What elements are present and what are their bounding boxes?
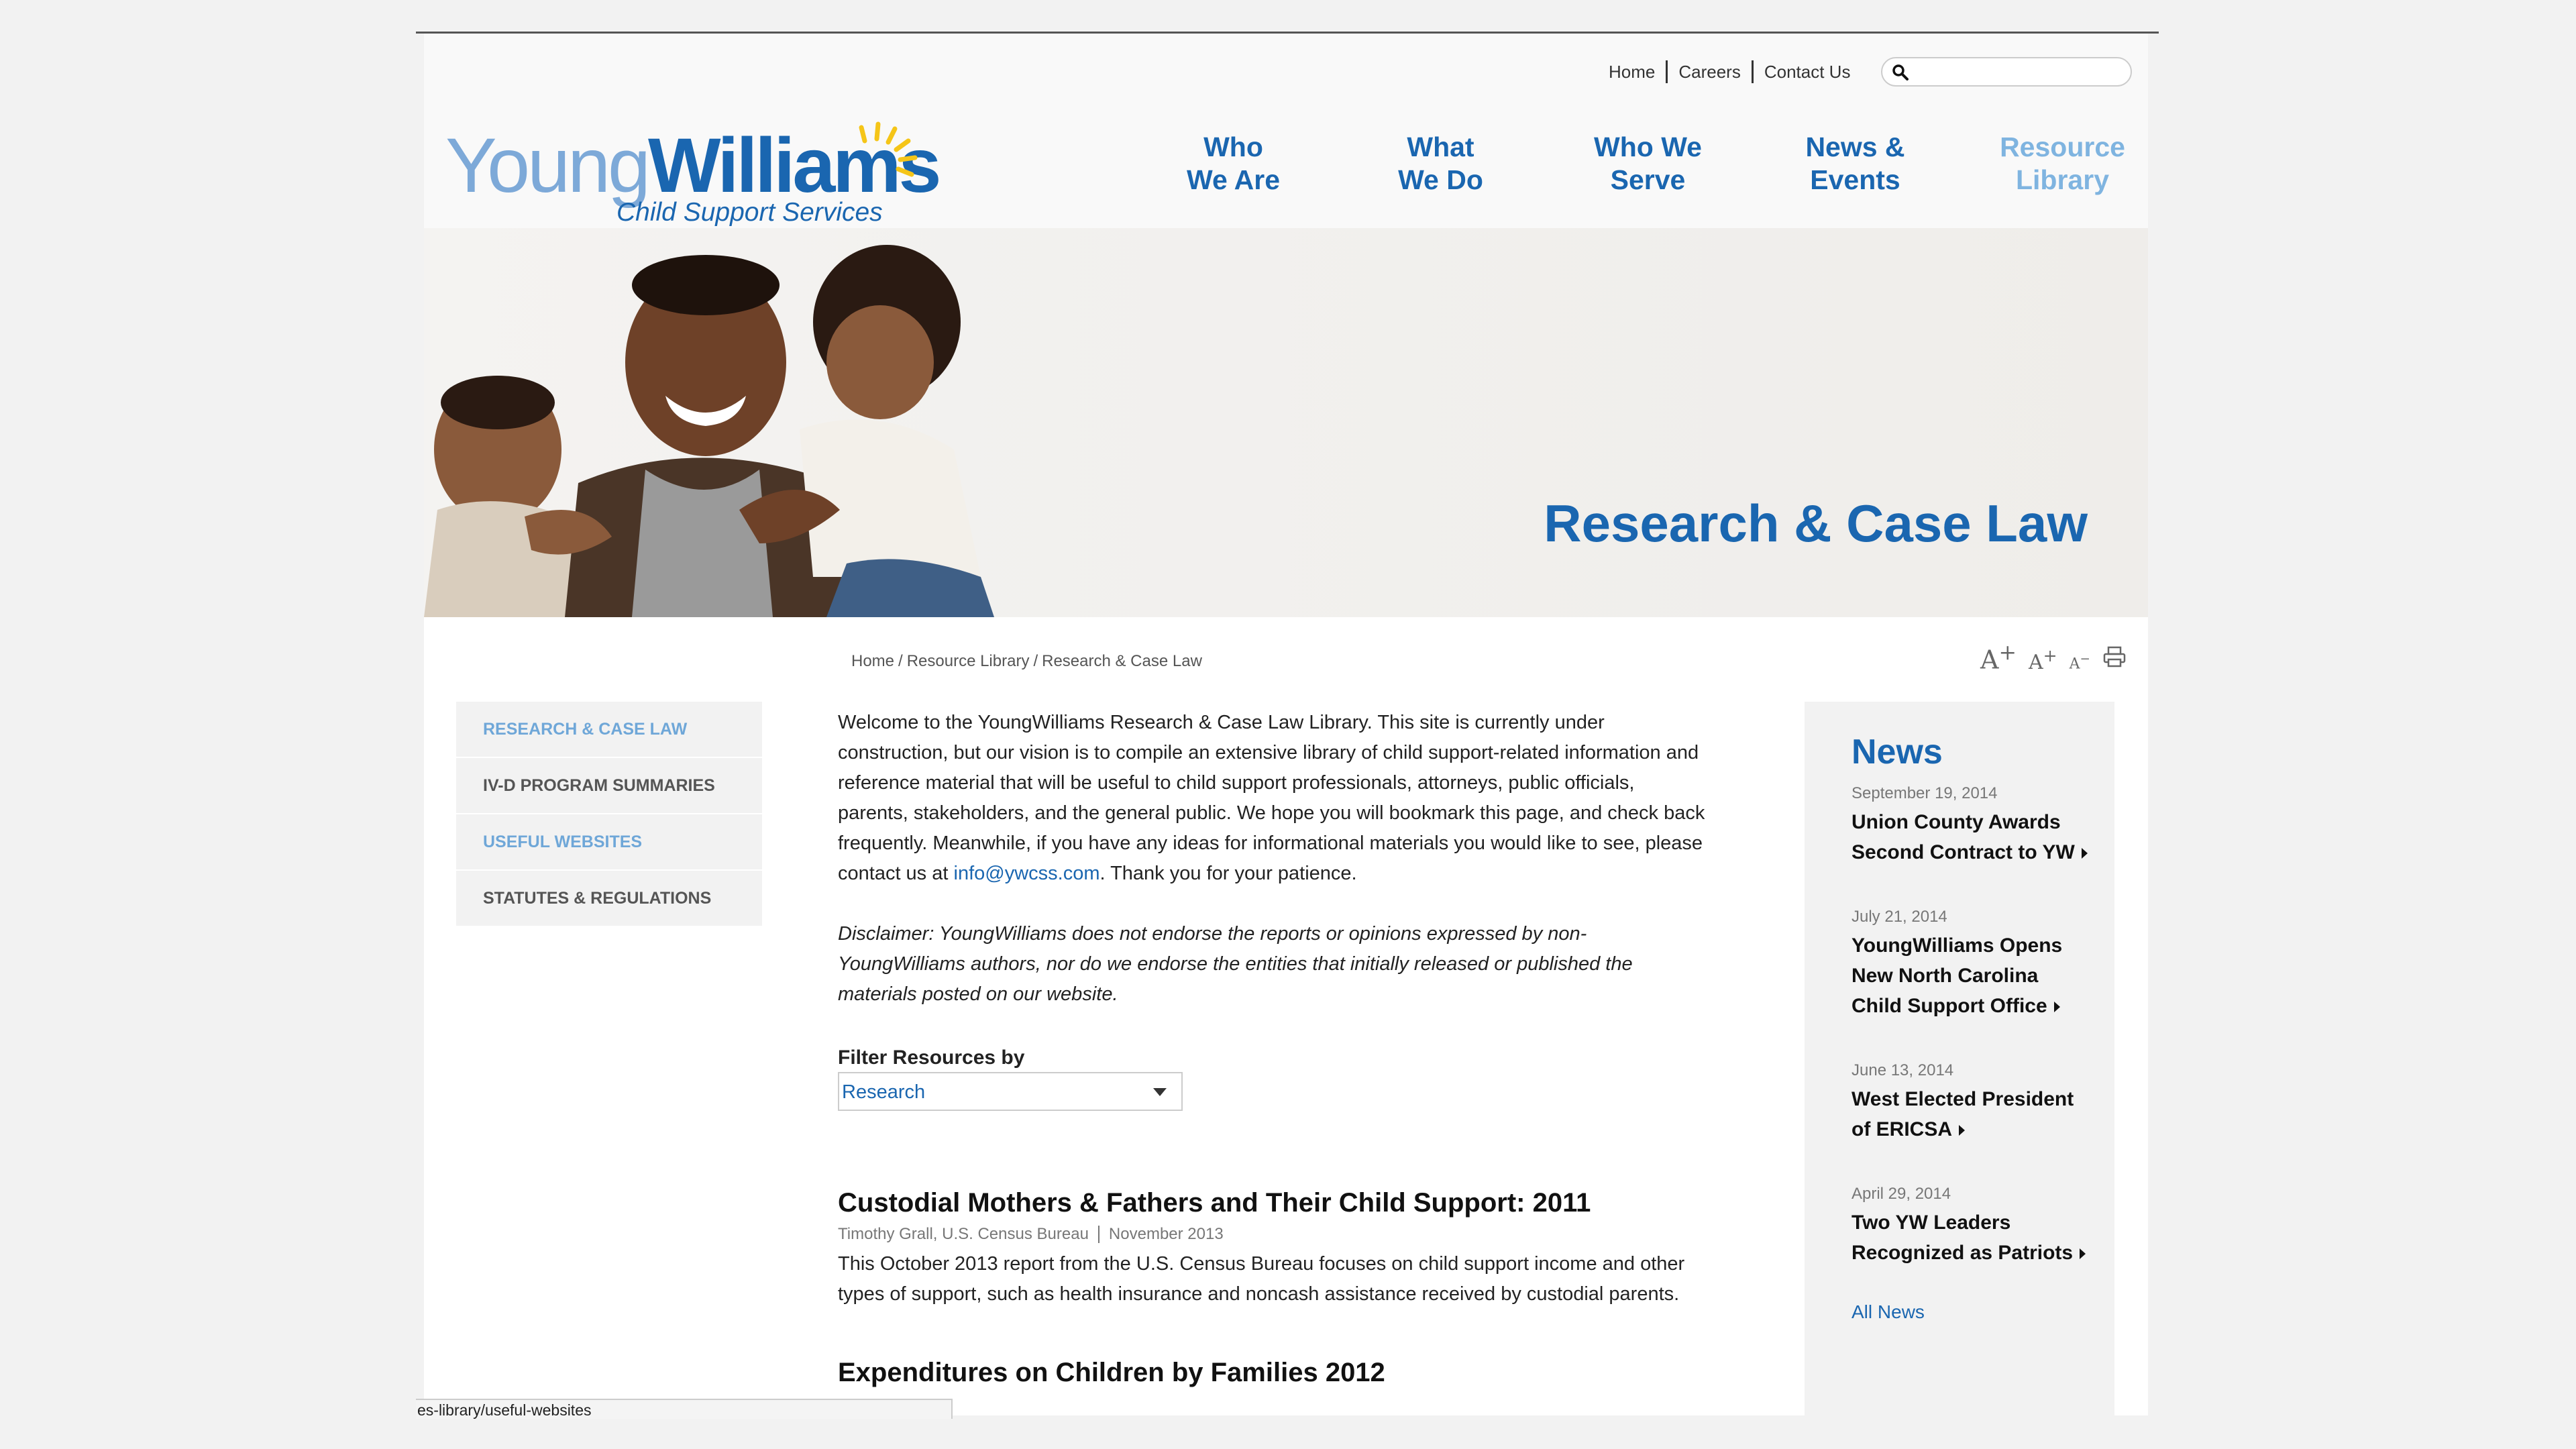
filter-selected-value: Research [842,1081,926,1103]
side-nav-statutes-regulations[interactable]: STATUTES & REGULATIONS [456,871,762,927]
news-item: July 21, 2014 YoungWilliams Opens New No… [1851,908,2093,1021]
news-link[interactable]: West Elected President of ERICSA [1851,1084,2093,1144]
nav-who-we-are[interactable]: Who We Are [1130,131,1337,197]
search-box [1881,57,2132,87]
sun-icon [859,121,918,177]
side-nav: RESEARCH & CASE LAW IV-D PROGRAM SUMMARI… [456,702,762,927]
browser-status-bar: es-library/useful-websites [416,1399,953,1419]
filter-label: Filter Resources by [838,1046,1025,1069]
side-nav-research-case-law[interactable]: RESEARCH & CASE LAW [456,702,762,758]
side-nav-iv-d-program-summaries[interactable]: IV-D PROGRAM SUMMARIES [456,758,762,814]
site-header: YoungWilliams Child Support Services Hom… [424,34,2148,228]
breadcrumb: Home / Resource Library / Research & Case … [851,652,1202,671]
article-title[interactable]: Custodial Mothers & Fathers and Their Ch… [838,1188,1710,1218]
news-date: July 21, 2014 [1851,908,1947,926]
caret-right-icon [2080,1248,2086,1260]
nav-news-events[interactable]: News & Events [1752,131,1959,197]
search-icon[interactable] [1892,64,1909,81]
nav-what-we-do[interactable]: What We Do [1337,131,1544,197]
news-link[interactable]: Union County Awards Second Contract to Y… [1851,807,2093,867]
main-content: Welcome to the YoungWilliams Research & … [838,708,1710,1388]
caret-right-icon [2081,848,2088,859]
article-item: Custodial Mothers & Fathers and Their Ch… [838,1188,1710,1309]
all-news-link[interactable]: All News [1851,1301,2093,1323]
page-title: Research & Case Law [1544,494,2088,553]
youngwilliams-logo[interactable]: YoungWilliams Child Support Services [445,87,941,235]
increase-font-large-button[interactable]: A+ [1980,641,2017,675]
hero-banner: Research & Case Law [424,228,2148,617]
email-link[interactable]: info@ywcss.com [954,863,1100,884]
util-nav-home[interactable]: Home [1598,60,1666,83]
news-item: September 19, 2014 Union County Awards S… [1851,784,2093,867]
utility-nav: Home Careers Contact Us [1598,60,1861,83]
caret-right-icon [2053,1002,2060,1013]
news-heading: News [1851,733,1943,771]
chevron-down-icon [1153,1088,1167,1096]
news-item: June 13, 2014 West Elected President of … [1851,1061,2093,1144]
nav-who-we-serve[interactable]: Who We Serve [1544,131,1752,197]
filter-resources-select[interactable]: Research [838,1072,1183,1111]
logo-subtitle: Child Support Services [616,198,883,227]
article-item: Expenditures on Children by Families 201… [838,1358,1710,1388]
intro-paragraph: Welcome to the YoungWilliams Research & … [838,712,1705,884]
side-nav-useful-websites[interactable]: USEFUL WEBSITES [456,814,762,871]
search-input[interactable] [1917,61,2121,83]
article-author: Timothy Grall, U.S. Census Bureau [838,1225,1089,1243]
increase-font-button[interactable]: A+ [2029,646,2057,674]
disclaimer-text: Disclaimer: YoungWilliams does not endor… [838,923,1633,1005]
print-icon[interactable] [2102,645,2127,669]
breadcrumb-current: Research & Case Law [1042,652,1202,670]
breadcrumb-home[interactable]: Home [851,652,894,671]
util-nav-contact-us[interactable]: Contact Us [1751,60,1862,83]
news-link[interactable]: Two YW Leaders Recognized as Patriots [1851,1208,2093,1268]
news-item: April 29, 2014 Two YW Leaders Recognized… [1851,1185,2093,1268]
news-date: September 19, 2014 [1851,784,1998,802]
text-tools: A+ A+ A− [1980,641,2127,675]
decrease-font-button[interactable]: A− [2070,652,2090,672]
site-page: YoungWilliams Child Support Services Hom… [424,34,2148,1415]
article-meta: Timothy Grall, U.S. Census Bureau Novemb… [838,1225,1710,1244]
main-nav: Who We Are What We Do Who We Serve News & Ev… [1130,131,2148,197]
news-sidebar: News September 19, 2014 Union County Awa… [1805,702,2114,1415]
article-date: November 2013 [1108,1225,1224,1243]
news-link[interactable]: YoungWilliams Opens New North Carolina C… [1851,930,2093,1021]
article-title[interactable]: Expenditures on Children by Families 201… [838,1358,1710,1388]
nav-resource-library[interactable]: Resource Library [1959,131,2148,197]
meta-divider [1097,1226,1099,1243]
family-photo [424,245,994,617]
news-date: April 29, 2014 [1851,1185,1951,1203]
util-nav-careers[interactable]: Careers [1666,60,1751,83]
breadcrumb-resource-library[interactable]: Resource Library [907,652,1030,671]
caret-right-icon [1959,1125,1965,1136]
news-date: June 13, 2014 [1851,1061,1954,1079]
article-description: This October 2013 report from the U.S. C… [838,1253,1685,1305]
